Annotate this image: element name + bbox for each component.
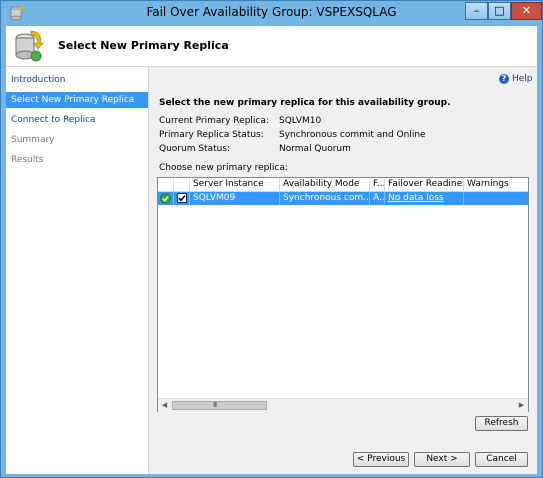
current-primary-replica-label: Current Primary Replica: <box>159 116 269 126</box>
wizard-window: Fail Over Availability Group: VSPEXSQLAG… <box>0 0 543 478</box>
horizontal-scrollbar[interactable]: ◀ III ▶ <box>158 398 528 412</box>
column-header-f[interactable]: F... <box>370 178 385 191</box>
nav-item-connect-to-replica[interactable]: Connect to Replica <box>6 112 148 128</box>
table-row[interactable]: SQLVM09 Synchronous com... A... No data … <box>158 192 528 205</box>
grid-header: Server Instance Availability Mode F... F… <box>158 178 528 192</box>
minimize-button[interactable]: – <box>465 2 488 20</box>
previous-button[interactable]: < Previous <box>353 452 409 467</box>
quorum-status-label: Quorum Status: <box>159 144 231 154</box>
failover-readiness-link[interactable]: No data loss <box>388 193 444 203</box>
column-header-availability-mode[interactable]: Availability Mode <box>280 178 370 191</box>
availability-mode-cell: Synchronous com... <box>280 192 370 205</box>
nav-item-summary: Summary <box>11 135 55 145</box>
f-cell: A... <box>370 192 385 205</box>
wizard-header: Select New Primary Replica <box>6 26 537 67</box>
close-button[interactable]: ✕ <box>511 2 542 20</box>
column-header-failover-readiness[interactable]: Failover Readiness <box>385 178 464 191</box>
scroll-left-icon[interactable]: ◀ <box>158 399 171 412</box>
warnings-cell <box>464 192 528 205</box>
window-title: Fail Over Availability Group: VSPEXSQLAG <box>146 5 397 19</box>
checkbox-checked-icon[interactable] <box>177 193 187 203</box>
green-check-icon <box>160 193 171 204</box>
primary-replica-status-label: Primary Replica Status: <box>159 130 264 140</box>
database-failover-icon <box>15 30 44 62</box>
column-header-warnings[interactable]: Warnings <box>464 178 528 191</box>
next-button[interactable]: Next > <box>414 452 470 467</box>
quorum-status-value: Normal Quorum <box>279 144 351 154</box>
server-instance-cell: SQLVM09 <box>190 192 280 205</box>
nav-item-select-new-primary-replica[interactable]: Select New Primary Replica <box>6 92 148 108</box>
nav-item-results: Results <box>11 155 44 165</box>
help-icon: ? <box>499 74 509 84</box>
row-select-cell[interactable] <box>174 192 190 205</box>
wizard-nav: Introduction Select New Primary Replica … <box>6 67 149 474</box>
scrollbar-thumb[interactable]: III <box>172 401 267 410</box>
page-title: Select New Primary Replica <box>58 39 229 52</box>
column-header-server-instance[interactable]: Server Instance <box>190 178 280 191</box>
primary-replica-status-value: Synchronous commit and Online <box>279 130 426 140</box>
scroll-grip: III <box>213 401 217 409</box>
column-header-status[interactable] <box>158 178 174 191</box>
failover-readiness-cell: No data loss <box>385 192 464 205</box>
wizard-client-area: Select New Primary Replica Introduction … <box>6 26 537 474</box>
column-header-select[interactable] <box>174 178 190 191</box>
nav-item-introduction[interactable]: Introduction <box>6 72 148 88</box>
help-label: Help <box>512 74 533 84</box>
current-primary-replica-value: SQLVM10 <box>279 116 322 126</box>
close-icon: ✕ <box>521 4 532 17</box>
choose-replica-label: Choose new primary replica: <box>159 163 288 173</box>
replica-grid[interactable]: Server Instance Availability Mode F... F… <box>157 177 529 412</box>
scroll-right-icon[interactable]: ▶ <box>515 399 528 412</box>
refresh-button[interactable]: Refresh <box>475 416 528 431</box>
help-link[interactable]: ? Help <box>499 74 533 84</box>
title-bar[interactable]: Fail Over Availability Group: VSPEXSQLAG… <box>1 1 542 25</box>
instruction-text: Select the new primary replica for this … <box>159 98 451 108</box>
cancel-button[interactable]: Cancel <box>475 452 528 467</box>
minimize-icon: – <box>473 4 480 17</box>
maximize-button[interactable]: □ <box>488 2 511 20</box>
row-status-cell <box>158 192 174 205</box>
maximize-icon: □ <box>494 4 505 17</box>
